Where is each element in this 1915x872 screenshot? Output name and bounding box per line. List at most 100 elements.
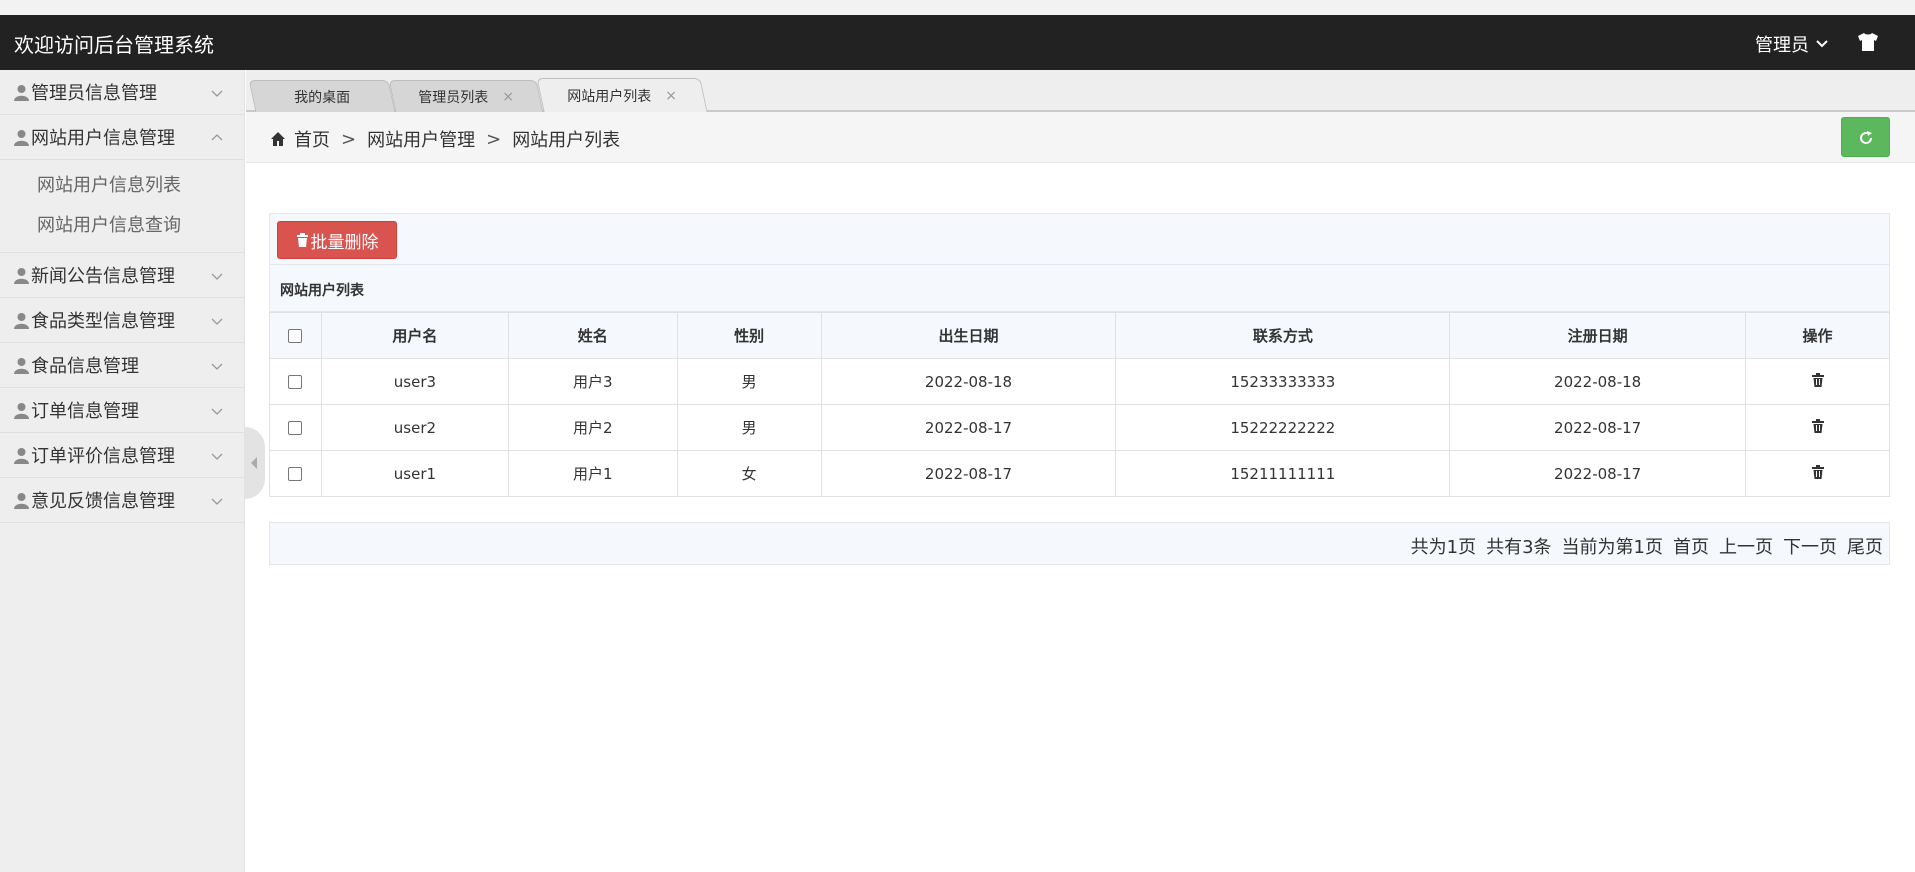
cell-actions	[1745, 450, 1890, 497]
trash-icon	[1811, 372, 1824, 387]
pager-total-pages: 共为1页	[1410, 537, 1477, 558]
pager-next-link[interactable]: 下一页	[1783, 533, 1837, 559]
cell-username: user3	[320, 358, 509, 405]
sidebar-item-label: 食品类型信息管理	[31, 311, 175, 332]
row-select-cell	[269, 358, 322, 405]
cell-phone: 15211111111	[1115, 450, 1451, 497]
sidebar-item-order-reviews[interactable]: 订单评价信息管理	[0, 433, 244, 478]
breadcrumb-home[interactable]: 首页	[294, 126, 330, 152]
chevron-down-icon	[211, 408, 223, 415]
refresh-icon	[1860, 131, 1873, 144]
cell-birth: 2022-08-18	[820, 358, 1117, 405]
cell-name: 用户3	[507, 358, 678, 405]
sidebar-item-label: 新闻公告信息管理	[31, 266, 175, 287]
chevron-down-icon	[211, 318, 223, 325]
pager-prev-link[interactable]: 上一页	[1719, 533, 1773, 559]
column-header: 注册日期	[1449, 312, 1747, 359]
delete-row-button[interactable]	[1811, 418, 1824, 437]
sidebar-item-food-types[interactable]: 食品类型信息管理	[0, 298, 244, 343]
cell-registered: 2022-08-17	[1449, 404, 1747, 451]
breadcrumb-bar: 首页 > 网站用户管理 > 网站用户列表	[246, 112, 1915, 163]
top-header: 欢迎访问后台管理系统 管理员	[0, 15, 1915, 70]
tab-label: 管理员列表	[418, 89, 489, 106]
pager-last-link[interactable]: 尾页	[1847, 533, 1883, 559]
user-icon	[14, 492, 29, 509]
sidebar-subitem-user-query[interactable]: 网站用户信息查询	[0, 206, 244, 246]
user-icon	[14, 402, 29, 419]
sidebar-subitem-user-list[interactable]: 网站用户信息列表	[0, 166, 244, 206]
row-checkbox[interactable]	[288, 467, 303, 481]
sidebar-item-news[interactable]: 新闻公告信息管理	[0, 253, 244, 298]
chevron-up-icon	[211, 134, 223, 141]
batch-delete-button[interactable]: 批量删除	[277, 221, 397, 259]
tab-label: 网站用户列表	[567, 88, 652, 105]
sidebar-item-label: 意见反馈信息管理	[31, 491, 175, 512]
trash-icon	[1811, 418, 1824, 433]
close-icon[interactable]: ×	[665, 88, 677, 104]
cell-name: 用户1	[507, 450, 678, 497]
sidebar-item-feedback[interactable]: 意见反馈信息管理	[0, 478, 244, 523]
table-row: user2 用户2 男 2022-08-17 15222222222 2022-…	[269, 404, 1890, 451]
cell-gender: 男	[676, 358, 822, 405]
select-all-cell	[269, 312, 322, 359]
tab-site-user-list[interactable]: 网站用户列表 ×	[536, 78, 708, 112]
breadcrumb-level2: 网站用户列表	[512, 130, 621, 151]
toolbar: 批量删除	[269, 213, 1890, 265]
chevron-down-icon	[211, 498, 223, 505]
tab-bar: 我的桌面 管理员列表 × 网站用户列表 ×	[246, 70, 1915, 112]
batch-delete-label: 批量删除	[310, 232, 379, 253]
sidebar-item-admin[interactable]: 管理员信息管理	[0, 70, 244, 115]
chevron-down-icon	[211, 273, 223, 280]
sidebar-item-label: 订单信息管理	[31, 401, 139, 422]
column-header: 操作	[1745, 312, 1890, 359]
cell-registered: 2022-08-18	[1449, 358, 1747, 405]
app-title: 欢迎访问后台管理系统	[14, 33, 214, 57]
chevron-down-icon	[211, 453, 223, 460]
column-header: 用户名	[320, 312, 509, 359]
row-checkbox[interactable]	[288, 421, 303, 435]
row-checkbox[interactable]	[288, 375, 303, 389]
home-icon	[271, 132, 285, 146]
cell-registered: 2022-08-17	[1449, 450, 1747, 497]
cell-username: user1	[320, 450, 509, 497]
sidebar-collapse-toggle[interactable]	[245, 427, 265, 499]
table-caption: 网站用户列表	[269, 265, 1890, 312]
column-header: 联系方式	[1115, 312, 1451, 359]
cell-actions	[1745, 358, 1890, 405]
chevron-down-icon	[211, 363, 223, 370]
delete-row-button[interactable]	[1811, 372, 1824, 391]
cell-gender: 女	[676, 450, 822, 497]
cell-phone: 15233333333	[1115, 358, 1451, 405]
pager-total-records: 共有3条	[1486, 537, 1552, 558]
cell-phone: 15222222222	[1115, 404, 1451, 451]
breadcrumb: 首页 > 网站用户管理 > 网站用户列表	[270, 126, 620, 152]
user-table: 用户名 姓名 性别 出生日期 联系方式 注册日期 操作 user3 用户3 男 …	[269, 312, 1890, 497]
select-all-checkbox[interactable]	[288, 329, 303, 343]
sidebar-item-site-users[interactable]: 网站用户信息管理	[0, 115, 244, 160]
row-select-cell	[269, 450, 322, 497]
column-header: 姓名	[507, 312, 678, 359]
delete-row-button[interactable]	[1811, 464, 1824, 483]
sidebar-item-label: 管理员信息管理	[31, 83, 157, 104]
chevron-down-icon	[1816, 40, 1828, 48]
tab-admin-list[interactable]: 管理员列表 ×	[388, 80, 544, 112]
close-icon[interactable]: ×	[502, 89, 514, 105]
user-icon	[14, 447, 29, 464]
breadcrumb-level1[interactable]: 网站用户管理	[367, 126, 475, 152]
sidebar-submenu: 网站用户信息列表 网站用户信息查询	[0, 160, 244, 253]
chevron-down-icon	[211, 90, 223, 97]
sidebar-item-orders[interactable]: 订单信息管理	[0, 388, 244, 433]
user-icon	[14, 84, 29, 101]
user-menu[interactable]: 管理员	[1755, 31, 1829, 57]
cell-birth: 2022-08-17	[820, 450, 1117, 497]
trash-icon	[1811, 464, 1824, 479]
browser-bookmark-strip	[0, 0, 1915, 15]
user-menu-label: 管理员	[1755, 35, 1809, 56]
cell-username: user2	[320, 404, 509, 451]
refresh-button[interactable]	[1841, 117, 1890, 157]
sidebar-item-food[interactable]: 食品信息管理	[0, 343, 244, 388]
tshirt-icon[interactable]	[1857, 32, 1879, 52]
tab-desktop[interactable]: 我的桌面	[248, 80, 396, 112]
sidebar: 管理员信息管理 网站用户信息管理 网站用户信息列表 网站用户信息查询 新闻公告信…	[0, 70, 245, 872]
pager-first-link[interactable]: 首页	[1673, 533, 1709, 559]
